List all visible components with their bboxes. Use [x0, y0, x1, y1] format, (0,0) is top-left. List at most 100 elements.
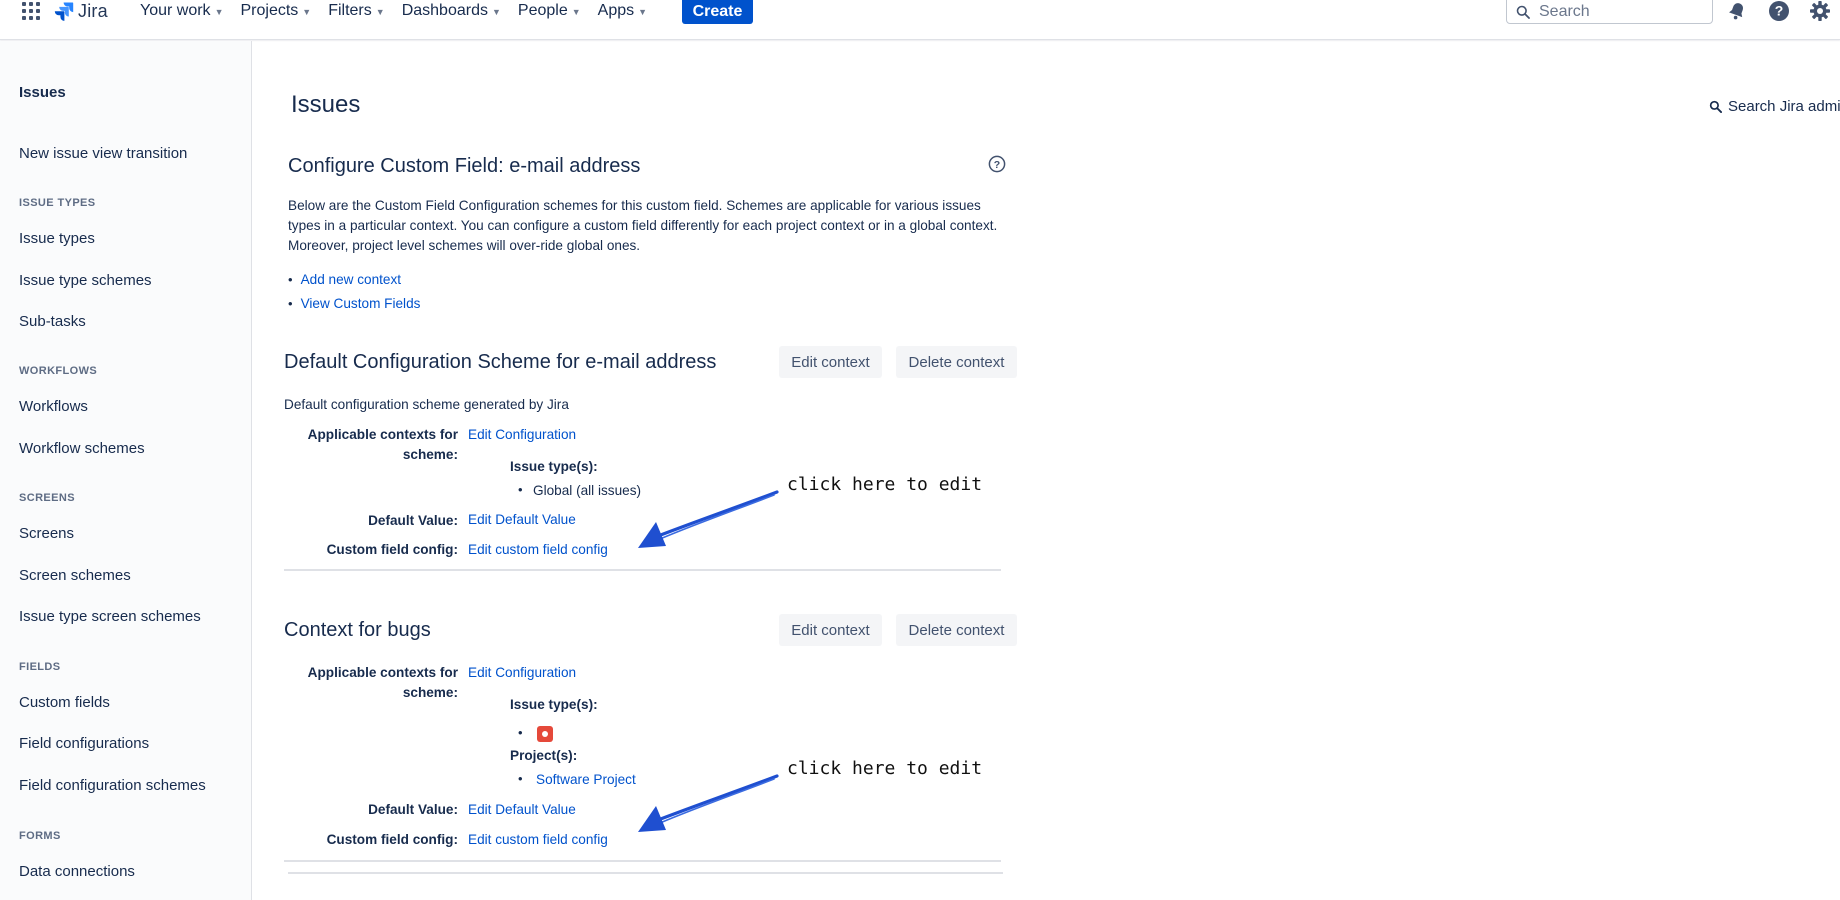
page-title: Issues: [291, 91, 361, 118]
divider: [284, 569, 1001, 571]
sidebar-item-workflow-schemes[interactable]: Workflow schemes: [19, 440, 145, 457]
custom-field-config-label: Custom field config:: [326, 832, 458, 847]
nav-apps[interactable]: Apps ▼: [598, 2, 647, 20]
software-project-link[interactable]: Software Project: [536, 772, 636, 787]
chevron-down-icon: ▼: [302, 7, 312, 17]
add-new-context-link[interactable]: Add new context: [301, 272, 402, 287]
view-custom-fields-link[interactable]: View Custom Fields: [301, 296, 421, 311]
search-box[interactable]: [1506, 0, 1713, 24]
app-switcher-icon[interactable]: [22, 2, 40, 20]
logo-text: Jira: [78, 0, 108, 21]
sidebar-item-field-configuration-schemes[interactable]: Field configuration schemes: [19, 777, 206, 794]
sidebar-heading-issue-types: ISSUE TYPES: [19, 197, 96, 209]
action-links: Add new context View Custom Fields: [288, 267, 421, 315]
primary-nav: Your work ▼ Projects ▼ Filters ▼ Dashboards…: [140, 0, 664, 22]
scheme-title: Context for bugs: [284, 619, 431, 641]
nav-people[interactable]: People ▼: [518, 2, 581, 20]
sidebar-heading-workflows: WORKFLOWS: [19, 365, 98, 377]
edit-configuration-link[interactable]: Edit Configuration: [468, 427, 576, 442]
bullet: •: [518, 725, 523, 740]
bug-icon: [537, 726, 553, 742]
sidebar-item-screen-schemes[interactable]: Screen schemes: [19, 567, 131, 584]
custom-field-heading: Configure Custom Field: e-mail address: [288, 155, 641, 177]
search-jira-admin-label: Search Jira admi: [1728, 98, 1840, 115]
issue-types-label: Issue type(s):: [510, 697, 598, 712]
search-icon: [1516, 5, 1530, 19]
nav-label: Filters: [328, 2, 372, 19]
delete-context-button[interactable]: Delete context: [896, 346, 1017, 378]
default-value-label: Default Value:: [368, 802, 458, 817]
sidebar-item-new-issue-view-transition[interactable]: New issue view transition: [19, 145, 187, 162]
help-icon[interactable]: ?: [1768, 0, 1790, 22]
sidebar-heading-forms: FORMS: [19, 830, 61, 842]
projects-label: Project(s):: [510, 748, 578, 763]
applicable-contexts-label: Applicable contexts for scheme:: [307, 427, 458, 462]
nav-label: People: [517, 2, 568, 19]
edit-default-value-link[interactable]: Edit Default Value: [468, 512, 576, 527]
list-item: Add new context: [288, 267, 420, 291]
nav-filters[interactable]: Filters ▼: [328, 2, 384, 20]
svg-text:?: ?: [1775, 3, 1784, 19]
sidebar-item-field-configurations[interactable]: Field configurations: [19, 735, 149, 752]
notifications-icon[interactable]: [1726, 0, 1748, 22]
sidebar-item-sub-tasks[interactable]: Sub-tasks: [19, 313, 86, 330]
sidebar-item-screens[interactable]: Screens: [19, 525, 74, 542]
custom-field-config-label: Custom field config:: [326, 542, 458, 557]
chevron-down-icon: ▼: [375, 7, 385, 17]
settings-icon[interactable]: [1809, 0, 1831, 22]
edit-configuration-link[interactable]: Edit Configuration: [468, 665, 576, 680]
nav-label: Dashboards: [401, 2, 488, 19]
nav-dashboards[interactable]: Dashboards ▼: [402, 2, 501, 20]
annotation-text: click here to edit: [787, 474, 983, 495]
chevron-down-icon: ▼: [571, 7, 581, 17]
scheme-description: Default configuration scheme generated b…: [284, 397, 569, 412]
search-icon: [1709, 100, 1722, 113]
edit-context-button[interactable]: Edit context: [779, 614, 882, 646]
top-navigation: Jira Your work ▼ Projects ▼ Filters ▼ Dashb…: [0, 0, 1840, 40]
nav-label: Apps: [597, 2, 635, 19]
divider: [288, 872, 1003, 874]
issue-type-value: Global (all issues): [533, 483, 642, 498]
sidebar: Issues New issue view transition ISSUE T…: [0, 41, 252, 900]
chevron-down-icon: ▼: [491, 7, 501, 17]
edit-default-value-link[interactable]: Edit Default Value: [468, 802, 576, 817]
delete-context-button[interactable]: Delete context: [896, 614, 1017, 646]
annotation-arrow-icon: [638, 490, 779, 548]
sidebar-item-workflows[interactable]: Workflows: [19, 398, 88, 415]
nav-label: Your work: [140, 2, 211, 19]
bullet: •: [518, 482, 523, 497]
jira-logo[interactable]: Jira: [54, 0, 108, 22]
jira-logo-icon: [54, 2, 74, 21]
annotation-text: click here to edit: [787, 758, 983, 779]
chevron-down-icon: ▼: [214, 7, 224, 17]
list-item: View Custom Fields: [288, 291, 421, 315]
search-input[interactable]: [1539, 3, 1699, 21]
help-circle-icon[interactable]: ?: [988, 155, 1006, 173]
sidebar-title: Issues: [19, 84, 66, 101]
chevron-down-icon: ▼: [638, 7, 648, 17]
nav-your-work[interactable]: Your work ▼: [140, 2, 223, 20]
issue-types-label: Issue type(s):: [510, 459, 598, 474]
sidebar-item-issue-type-schemes[interactable]: Issue type schemes: [19, 272, 152, 289]
svg-text:?: ?: [994, 159, 1000, 171]
nav-label: Projects: [240, 2, 299, 19]
sidebar-heading-fields: FIELDS: [19, 661, 61, 673]
bullet: •: [518, 771, 523, 786]
custom-field-description: Below are the Custom Field Configuration…: [288, 198, 998, 253]
sidebar-item-data-connections[interactable]: Data connections: [19, 863, 135, 880]
default-value-label: Default Value:: [368, 513, 458, 528]
sidebar-item-issue-type-screen-schemes[interactable]: Issue type screen schemes: [19, 608, 201, 625]
annotation-arrow-icon: [638, 774, 779, 832]
edit-custom-field-config-link[interactable]: Edit custom field config: [468, 542, 608, 557]
sidebar-item-custom-fields[interactable]: Custom fields: [19, 694, 110, 711]
edit-context-button[interactable]: Edit context: [779, 346, 882, 378]
applicable-contexts-label: Applicable contexts for scheme:: [307, 665, 458, 700]
nav-projects[interactable]: Projects ▼: [240, 2, 311, 20]
sidebar-item-issue-types[interactable]: Issue types: [19, 230, 95, 247]
sidebar-heading-screens: SCREENS: [19, 492, 75, 504]
create-button[interactable]: Create: [682, 0, 753, 24]
divider: [284, 860, 1001, 862]
search-jira-admin-link[interactable]: Search Jira admi: [1709, 98, 1840, 115]
scheme-title: Default Configuration Scheme for e-mail …: [284, 351, 717, 373]
edit-custom-field-config-link[interactable]: Edit custom field config: [468, 832, 608, 847]
